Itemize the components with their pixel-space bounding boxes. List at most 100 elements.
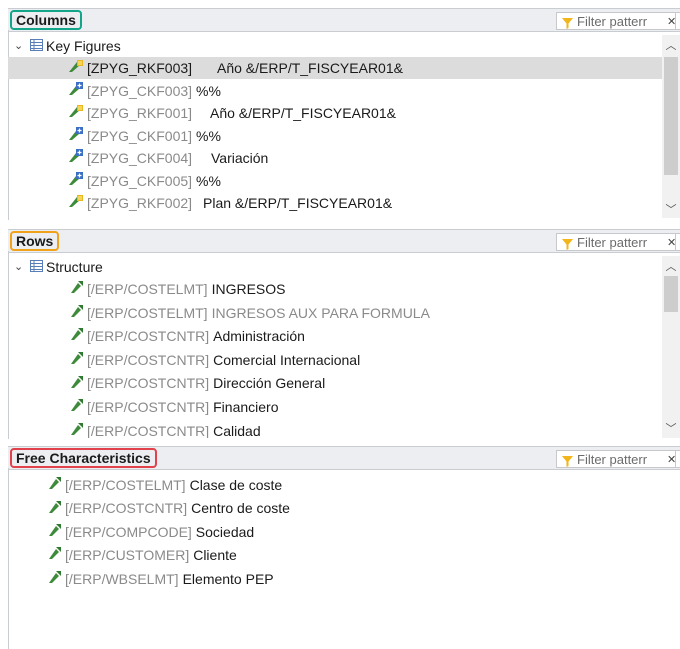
item-description: Calidad: [213, 422, 261, 438]
free-title: Free Characteristics: [10, 448, 157, 468]
characteristic-icon: [70, 420, 84, 438]
characteristic-id: [/ERP/COSTELMT]: [65, 477, 186, 493]
key-figure-id: [ZPYG_CKF003]: [87, 82, 193, 99]
item-description: %%: [196, 172, 221, 189]
filter-placeholder: Filter patterr: [577, 14, 648, 29]
row-item[interactable]: [/ERP/COSTCNTR] Financiero: [8, 396, 662, 418]
item-description: INGRESOS AUX PARA FORMULA: [211, 304, 430, 321]
tree-node-structure[interactable]: ⌄ Structure: [8, 256, 662, 278]
characteristic-icon: [48, 498, 62, 520]
item-description: Comercial Internacional: [213, 351, 361, 368]
characteristic-id: [/ERP/COSTCNTR]: [87, 399, 210, 415]
item-description: Centro de coste: [191, 500, 290, 517]
characteristic-id: [/ERP/COSTCNTR]: [65, 500, 188, 517]
item-description: Año &/ERP/T_FISCYEAR01&: [217, 60, 403, 76]
tree-node-label: Key Figures: [46, 38, 121, 54]
item-description: Elemento PEP: [182, 570, 274, 587]
item-description: INGRESOS: [211, 281, 286, 297]
characteristic-id: [/ERP/COSTCNTR]: [87, 375, 210, 392]
free-characteristics-pane: Free Characteristics Filter patterr ✕ [/…: [8, 446, 680, 649]
free-header-bar: Free Characteristics Filter patterr ✕: [8, 446, 680, 470]
structure-icon: [30, 35, 43, 57]
row-item[interactable]: [/ERP/COSTCNTR] Administración: [8, 325, 662, 347]
scroll-up-arrow[interactable]: ︿: [662, 258, 680, 274]
columns-filter-input[interactable]: Filter patterr ✕: [556, 12, 680, 30]
calculated-key-figure-icon: [68, 147, 84, 169]
item-description: Financiero: [213, 399, 279, 415]
item-description: Clase de coste: [189, 477, 283, 493]
calculated-key-figure-icon: [68, 170, 84, 192]
key-figure-id: [ZPYG_CKF005]: [87, 172, 193, 189]
characteristic-icon: [48, 474, 62, 496]
characteristic-icon: [70, 325, 84, 347]
key-figure-item[interactable]: [ZPYG_RKF002] Plan &/ERP/T_FISCYEAR01&: [8, 192, 662, 214]
free-characteristic-item[interactable]: [/ERP/COMPCODE] Sociedad: [8, 521, 680, 543]
item-description: Sociedad: [195, 523, 255, 540]
filter-edge: [675, 234, 680, 250]
columns-scrollbar[interactable]: ︿ ﹀: [662, 35, 680, 218]
scroll-up-arrow[interactable]: ︿: [662, 37, 680, 53]
filter-edge: [675, 13, 680, 29]
rows-tree: ⌄ Structure [/ERP/COSTELMT] INGRESOS [/ERP/C…: [8, 256, 662, 438]
row-item[interactable]: [/ERP/COSTELMT] INGRESOS AUX PARA FORMULA: [8, 302, 662, 324]
key-figure-id: [ZPYG_RKF002]: [87, 195, 193, 211]
filter-funnel-icon: [562, 16, 573, 29]
scroll-thumb[interactable]: [664, 57, 678, 175]
restricted-key-figure-icon: [68, 57, 84, 79]
item-description: %%: [196, 82, 221, 99]
key-figure-item[interactable]: [ZPYG_CKF005]%%: [8, 170, 662, 192]
calculated-key-figure-icon: [68, 80, 84, 102]
characteristic-icon: [70, 396, 84, 418]
restricted-key-figure-icon: [68, 102, 84, 124]
free-characteristic-item[interactable]: [/ERP/WBSELMT] Elemento PEP: [8, 568, 680, 590]
filter-placeholder: Filter patterr: [577, 235, 648, 250]
rows-header-bar: Rows Filter patterr ✕: [8, 229, 680, 253]
characteristic-id: [/ERP/CUSTOMER]: [65, 547, 190, 564]
item-description: Plan &/ERP/T_FISCYEAR01&: [203, 195, 393, 211]
columns-pane: Columns Filter patterr ✕ ⌄ Key Figures [ZP…: [8, 8, 680, 220]
characteristic-id: [/ERP/COSTCNTR]: [87, 328, 210, 345]
key-figure-item[interactable]: [ZPYG_RKF001] Año &/ERP/T_FISCYEAR01&: [8, 102, 662, 124]
characteristic-icon: [70, 302, 84, 324]
filter-placeholder: Filter patterr: [577, 452, 648, 467]
free-filter-input[interactable]: Filter patterr ✕: [556, 450, 680, 468]
row-item[interactable]: [/ERP/COSTCNTR] Calidad: [8, 420, 662, 438]
row-item[interactable]: [/ERP/COSTELMT] INGRESOS: [8, 278, 662, 300]
item-description: Cliente: [193, 547, 237, 564]
scroll-down-arrow[interactable]: ﹀: [662, 201, 680, 217]
characteristic-id: [/ERP/COSTCNTR]: [87, 422, 210, 438]
free-characteristic-item[interactable]: [/ERP/COSTCNTR] Centro de coste: [8, 497, 680, 519]
row-item[interactable]: [/ERP/COSTCNTR] Dirección General: [8, 372, 662, 394]
key-figure-item[interactable]: [ZPYG_CKF001]%%: [8, 125, 662, 147]
item-description: Administración: [213, 328, 305, 345]
tree-node-key-figures[interactable]: ⌄ Key Figures: [8, 35, 662, 57]
scroll-down-arrow[interactable]: ﹀: [662, 420, 680, 436]
scroll-thumb[interactable]: [664, 276, 678, 312]
key-figure-id: [ZPYG_RKF001]: [87, 105, 193, 121]
chevron-down-icon[interactable]: ⌄: [14, 35, 23, 57]
free-tree: [/ERP/COSTELMT] Clase de coste [/ERP/COSTC…: [8, 474, 680, 644]
item-description: Variación: [211, 150, 269, 166]
row-item[interactable]: [/ERP/COSTCNTR] Comercial Internacional: [8, 349, 662, 371]
key-figure-item[interactable]: [ZPYG_CKF003]%%: [8, 80, 662, 102]
characteristic-icon: [70, 373, 84, 395]
chevron-down-icon[interactable]: ⌄: [14, 256, 23, 278]
key-figure-item[interactable]: [ZPYG_RKF003] Año &/ERP/T_FISCYEAR01&: [8, 57, 662, 79]
item-description: %%: [196, 127, 221, 144]
characteristic-id: [/ERP/COSTELMT]: [87, 304, 208, 321]
characteristic-icon: [48, 568, 62, 590]
restricted-key-figure-icon: [68, 192, 84, 214]
key-figure-id: [ZPYG_CKF004]: [87, 150, 193, 166]
item-description: Dirección General: [213, 375, 326, 392]
rows-scrollbar[interactable]: ︿ ﹀: [662, 256, 680, 438]
key-figure-id: [ZPYG_CKF001]: [87, 127, 193, 144]
free-characteristic-item[interactable]: [/ERP/CUSTOMER] Cliente: [8, 544, 680, 566]
rows-filter-input[interactable]: Filter patterr ✕: [556, 233, 680, 251]
free-characteristic-item[interactable]: [/ERP/COSTELMT] Clase de coste: [8, 474, 680, 496]
key-figure-item[interactable]: [ZPYG_CKF004] Variación: [8, 147, 662, 169]
characteristic-icon: [48, 544, 62, 566]
characteristic-id: [/ERP/WBSELMT]: [65, 570, 179, 587]
filter-funnel-icon: [562, 237, 573, 250]
rows-title: Rows: [10, 231, 60, 251]
structure-icon: [30, 256, 43, 278]
